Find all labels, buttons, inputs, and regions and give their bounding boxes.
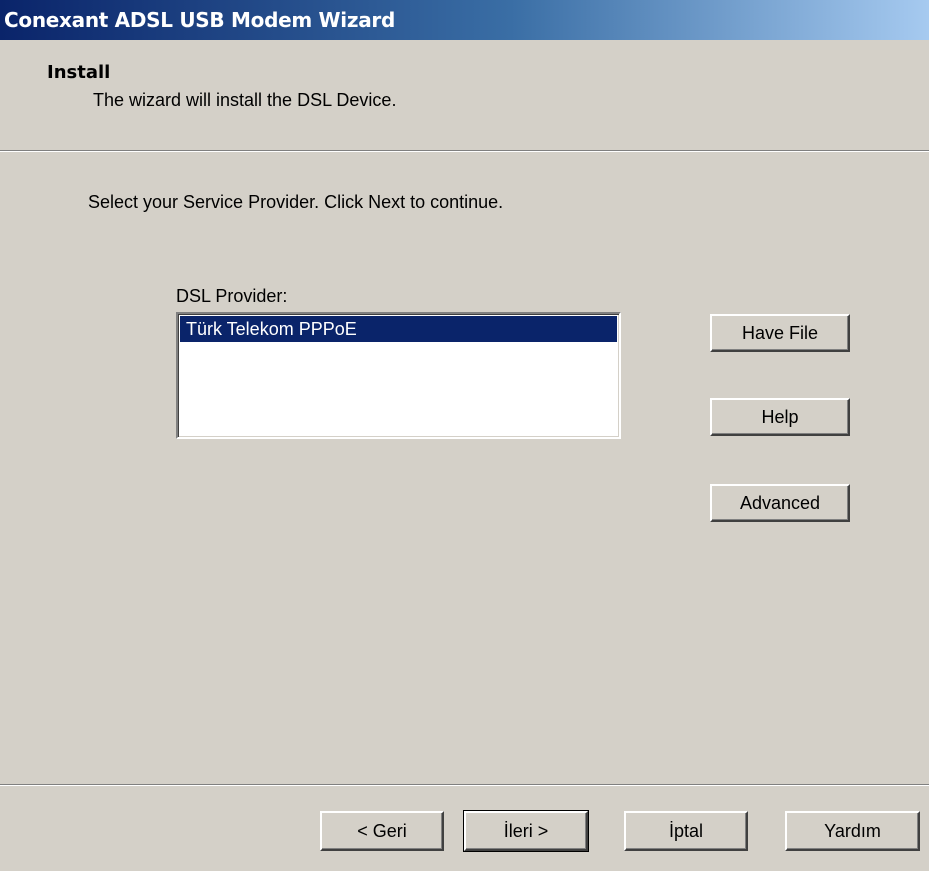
footer-divider (0, 784, 929, 786)
title-bar[interactable]: Conexant ADSL USB Modem Wizard (0, 0, 929, 40)
advanced-button[interactable]: Advanced (710, 484, 850, 522)
back-button[interactable]: < Geri (320, 811, 444, 851)
header-title: Install (47, 62, 111, 83)
wizard-header: Install The wizard will install the DSL … (0, 40, 929, 150)
window-title: Conexant ADSL USB Modem Wizard (4, 8, 395, 32)
cancel-button[interactable]: İptal (624, 811, 748, 851)
dsl-provider-listbox[interactable]: Türk Telekom PPPoE (176, 312, 621, 439)
wizard-help-button[interactable]: Yardım (785, 811, 920, 851)
provider-list-item[interactable]: Türk Telekom PPPoE (180, 316, 617, 342)
have-file-button[interactable]: Have File (710, 314, 850, 352)
instruction-text: Select your Service Provider. Click Next… (88, 192, 504, 212)
next-button[interactable]: İleri > (463, 810, 589, 852)
dsl-provider-label: DSL Provider: (176, 286, 288, 306)
header-subtitle: The wizard will install the DSL Device. (93, 90, 397, 110)
header-divider (0, 150, 929, 152)
help-button[interactable]: Help (710, 398, 850, 436)
